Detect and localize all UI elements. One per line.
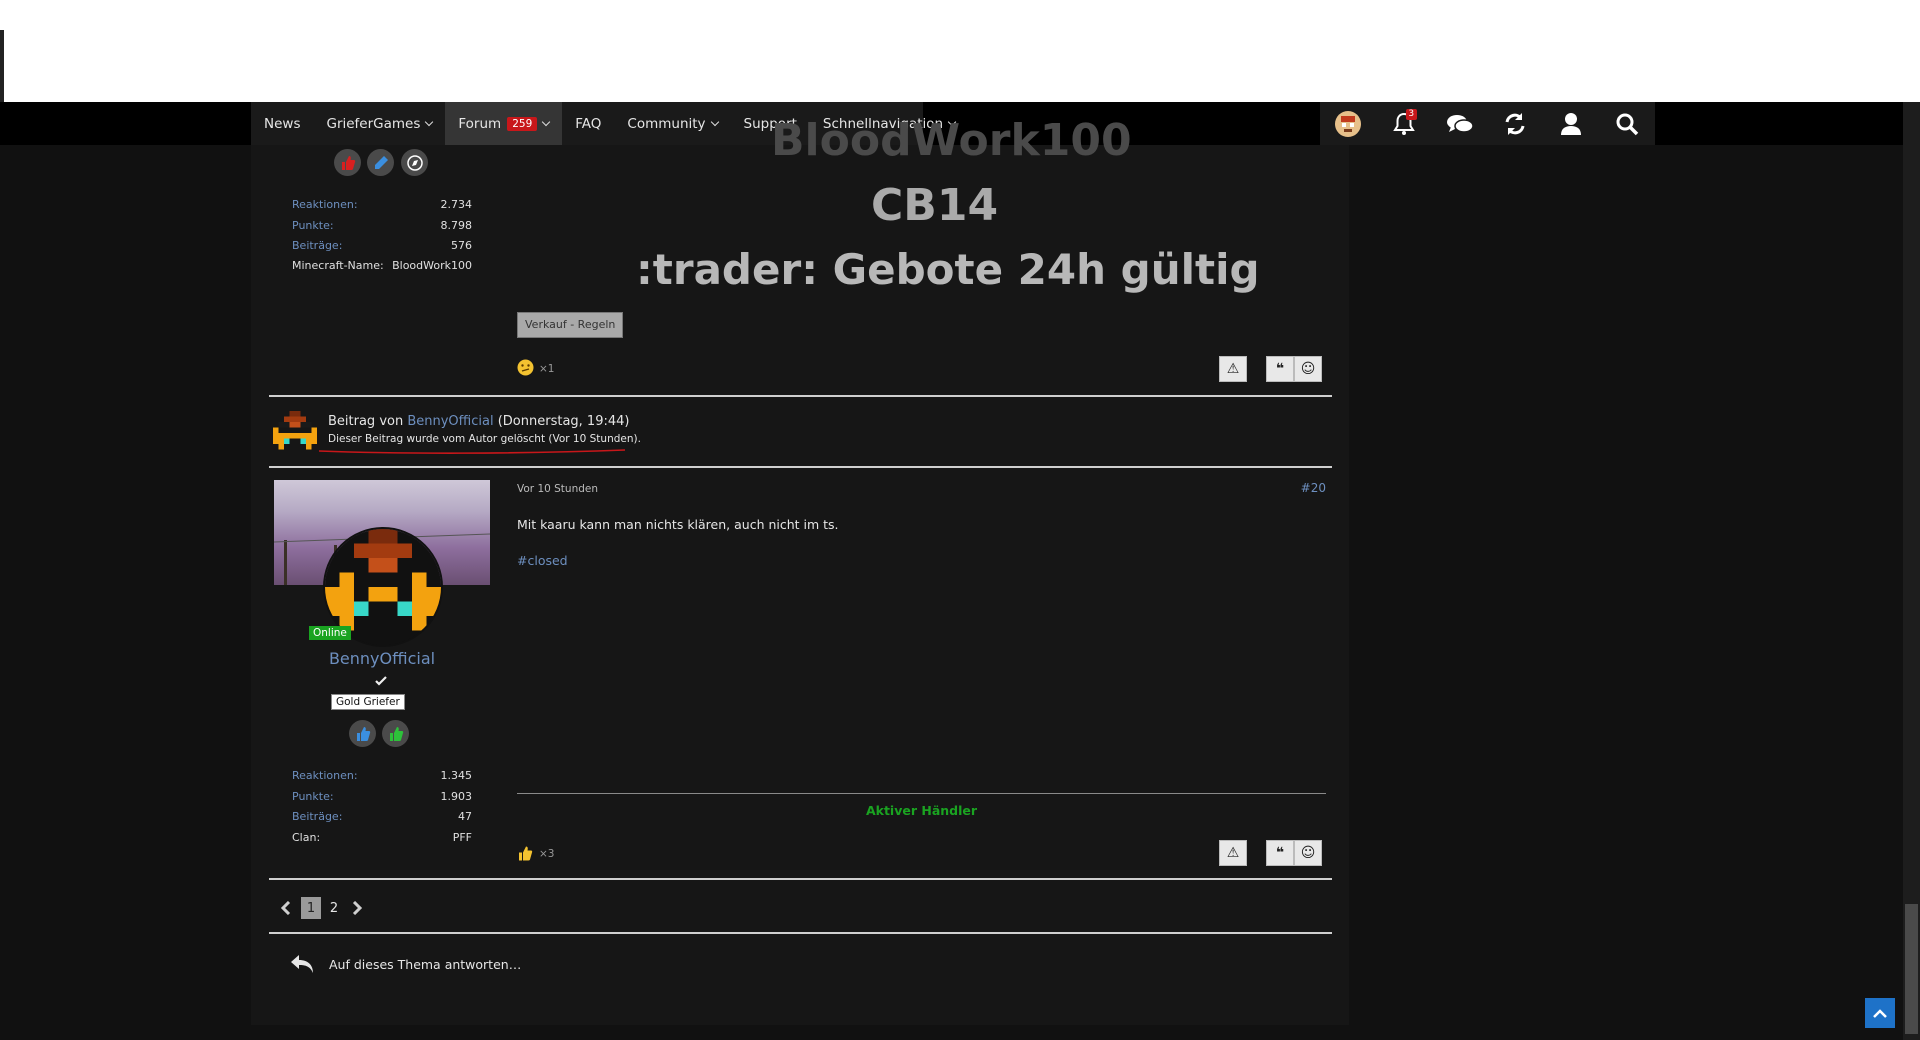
quote-button[interactable]: ❝	[1266, 840, 1294, 866]
stat-value: PFF	[452, 831, 472, 844]
smiley-icon: ☺	[1300, 845, 1316, 861]
nav-user-icons: 3	[1320, 102, 1655, 145]
stat-label: Minecraft-Name:	[292, 259, 384, 272]
verified-check-icon	[375, 672, 387, 686]
post-signature-line-3: :trader: Gebote 24h gültig	[636, 245, 1260, 294]
user-icon[interactable]	[1556, 109, 1586, 139]
verkauf-regeln-tag[interactable]: Verkauf - Regeln	[517, 312, 624, 338]
hashtag-link[interactable]: #closed	[517, 553, 568, 568]
stat-value: 2.734	[440, 198, 473, 211]
chevron-up-icon	[1873, 1009, 1887, 1018]
search-icon[interactable]	[1612, 109, 1642, 139]
report-button[interactable]: ⚠	[1219, 356, 1247, 382]
trophy-compass[interactable]	[401, 149, 428, 176]
nav-community[interactable]: Community	[614, 102, 730, 145]
next-page-button[interactable]	[349, 897, 365, 919]
deleted-post-author-link[interactable]: BennyOfficial	[407, 414, 493, 429]
stat-value: 1.903	[440, 790, 473, 803]
deleted-post-header: Beitrag von BennyOfficial (Donnerstag, 1…	[328, 414, 629, 429]
stat-value: 47	[458, 810, 472, 823]
quote-icon: ❝	[1275, 845, 1285, 861]
stat-value: 1.345	[440, 769, 473, 782]
stat-label: Reaktionen:	[292, 769, 358, 782]
post-signature-line-1: BloodWork100	[771, 115, 1132, 166]
post-number-link[interactable]: #20	[1251, 481, 1326, 495]
stat-label: Clan:	[292, 831, 321, 844]
post-signature-line-2: CB14	[871, 180, 999, 231]
bell-icon[interactable]: 3	[1389, 108, 1419, 139]
stat-label: Beiträge:	[292, 810, 343, 823]
stat-label: Punkte:	[292, 219, 334, 232]
deleted-post-notice: Dieser Beitrag wurde vom Autor gelöscht …	[328, 433, 641, 445]
reaction-count: ×3	[539, 848, 555, 860]
trophy-thumbs-blue[interactable]	[349, 720, 376, 747]
rank-badge: Gold Griefer	[331, 694, 405, 710]
stat-label: Punkte:	[292, 790, 334, 803]
post-message: Mit kaaru kann man nichts klären, auch n…	[517, 517, 839, 532]
nav-faq[interactable]: FAQ	[562, 102, 614, 145]
chat-icon[interactable]	[1445, 109, 1475, 139]
quote-icon: ❝	[1275, 361, 1285, 377]
stat-label: Beiträge:	[292, 239, 343, 252]
nav-community-label: Community	[627, 115, 706, 132]
reply-link[interactable]: Auf dieses Thema antworten…	[329, 957, 521, 972]
trophy-thumbs-red[interactable]	[334, 149, 361, 176]
smiley-icon: ☺	[1300, 361, 1316, 377]
reply-arrow-icon[interactable]	[289, 953, 315, 979]
scroll-to-top-button[interactable]	[1865, 998, 1895, 1028]
online-badge: Online	[309, 626, 351, 640]
post-separator	[269, 878, 1332, 880]
react-button[interactable]: ☺	[1294, 356, 1322, 382]
warning-icon: ⚠	[1226, 361, 1240, 377]
nav-faq-label: FAQ	[575, 115, 602, 132]
react-button[interactable]: ☺	[1294, 840, 1322, 866]
reaction-count: ×1	[539, 363, 555, 375]
post-signature: Aktiver Händler	[865, 803, 978, 818]
stat-value: 576	[451, 239, 472, 252]
post-separator	[269, 932, 1332, 934]
confused-reaction-icon[interactable]	[517, 359, 534, 380]
quote-button[interactable]: ❝	[1266, 356, 1294, 382]
thumbs-up-reaction-icon[interactable]	[517, 845, 533, 866]
chevron-down-icon	[710, 117, 719, 126]
scrollbar-thumb[interactable]	[1905, 904, 1918, 1034]
stat-label: Reaktionen:	[292, 198, 358, 211]
trophy-pencil-blue[interactable]	[367, 149, 394, 176]
stat-value: 8.798	[440, 219, 473, 232]
nav-forum-label: Forum	[458, 115, 502, 132]
deleted-post-avatar[interactable]	[273, 411, 317, 459]
thread-content: Reaktionen: 2.734 Punkte: 8.798 Beiträge…	[251, 115, 1349, 1025]
nav-forum[interactable]: Forum 259	[445, 102, 563, 145]
nav-news-label: News	[264, 115, 301, 132]
chevron-down-icon	[542, 117, 551, 126]
nav-griefergames[interactable]: GrieferGames	[313, 102, 445, 145]
notification-badge: 3	[1405, 108, 1417, 120]
post-separator	[269, 466, 1332, 468]
chevron-down-icon	[425, 117, 434, 126]
page-1-button[interactable]: 1	[301, 897, 321, 919]
deleted-post-prefix: Beitrag von	[328, 414, 408, 429]
report-button[interactable]: ⚠	[1219, 840, 1247, 866]
window-edge	[0, 30, 4, 102]
warning-icon: ⚠	[1226, 845, 1240, 861]
page-2-button[interactable]: 2	[324, 897, 344, 919]
deleted-post-date: (Donnerstag, 19:44)	[493, 414, 630, 429]
vertical-scrollbar[interactable]	[1903, 102, 1920, 1040]
post-time[interactable]: Vor 10 Stunden	[517, 483, 598, 495]
prev-page-button[interactable]	[278, 897, 294, 919]
signature-divider	[517, 793, 1326, 794]
refresh-icon[interactable]	[1500, 109, 1530, 139]
nav-griefergames-label: GrieferGames	[326, 115, 421, 132]
forum-count-badge: 259	[507, 116, 538, 131]
post-separator	[269, 395, 1332, 397]
post-username[interactable]: BennyOfficial	[271, 649, 493, 668]
nav-news[interactable]: News	[251, 102, 313, 145]
trophy-thumbs-green[interactable]	[382, 720, 409, 747]
stat-value: BloodWork100	[392, 259, 472, 272]
deleted-notice-underline	[318, 449, 626, 454]
browser-top-area	[0, 0, 1920, 102]
